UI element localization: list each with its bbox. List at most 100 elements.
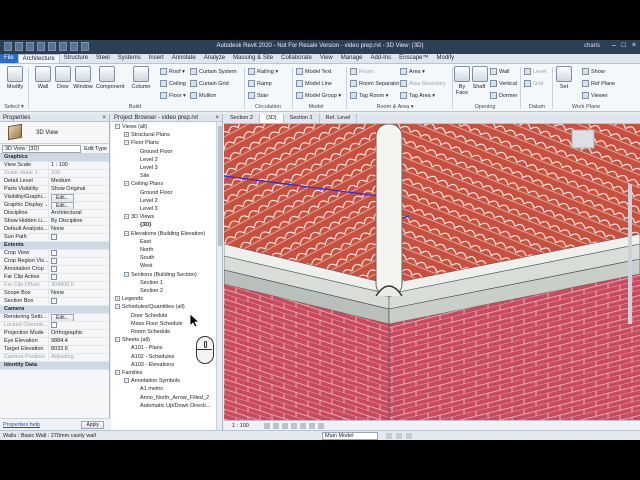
tab-analyze[interactable]: Analyze bbox=[200, 54, 229, 63]
browser-node-sheets-all[interactable]: − Sheets (all) bbox=[115, 337, 150, 343]
property-category-identity-data[interactable]: Identity Data bbox=[0, 362, 109, 370]
property-value[interactable]: Edit... bbox=[48, 314, 109, 321]
viewer-button[interactable]: Viewer bbox=[582, 92, 608, 99]
downpipe[interactable] bbox=[375, 124, 403, 297]
tab-insert[interactable]: Insert bbox=[145, 54, 168, 63]
browser-scrollbar[interactable] bbox=[216, 122, 222, 430]
modify-button[interactable]: Modify bbox=[4, 66, 26, 90]
filter-icon[interactable] bbox=[406, 433, 412, 439]
active-model-select[interactable]: Main Model bbox=[322, 432, 378, 440]
browser-node-legends[interactable]: + Legends bbox=[115, 296, 143, 302]
browser-node-west[interactable]: West bbox=[140, 263, 152, 269]
property-value[interactable]: Edit... bbox=[48, 194, 109, 201]
edit-type-button[interactable]: Edit Type bbox=[84, 146, 107, 152]
tab-file[interactable]: File bbox=[0, 54, 18, 63]
model-line-button[interactable]: Model Line bbox=[296, 80, 332, 87]
browser-node-ground-floor[interactable]: Ground Floor bbox=[140, 149, 172, 155]
floor-button[interactable]: Floor ▾ bbox=[160, 92, 186, 99]
tab-modify[interactable]: Modify bbox=[433, 54, 459, 63]
ramp-button[interactable]: Ramp bbox=[248, 80, 272, 87]
tab-enscape[interactable]: Enscape™ bbox=[395, 54, 432, 63]
expand-toggle-icon[interactable]: − bbox=[115, 370, 120, 375]
panel-label-select[interactable]: Select ▾ bbox=[2, 104, 26, 110]
railing-button[interactable]: Railing ▾ bbox=[248, 68, 278, 75]
properties-help-link[interactable]: Properties help bbox=[3, 422, 40, 428]
browser-node-3d-views[interactable]: −3D Views bbox=[124, 214, 154, 220]
expand-toggle-icon[interactable]: + bbox=[124, 132, 129, 138]
opening-wall-button[interactable]: Wall bbox=[490, 68, 510, 75]
maximize-icon[interactable]: □ bbox=[622, 42, 626, 49]
door-button[interactable]: Door bbox=[52, 66, 74, 90]
browser-node-door-schedule[interactable]: Door Schedule bbox=[131, 313, 167, 319]
browser-node-floor-plans[interactable]: − Floor Plans bbox=[124, 140, 159, 146]
expand-toggle-icon[interactable]: − bbox=[124, 181, 129, 187]
browser-node-level-2[interactable]: Level 2 bbox=[140, 198, 158, 204]
browser-node-north[interactable]: North bbox=[140, 247, 153, 253]
room-separator-button[interactable]: Room Separator bbox=[350, 80, 399, 87]
tag-room-button[interactable]: Tag Room ▾ bbox=[350, 92, 388, 99]
tab-architecture[interactable]: Architecture bbox=[17, 54, 60, 63]
visual-style-icon[interactable] bbox=[273, 423, 279, 429]
grid-button[interactable]: Grid bbox=[524, 80, 543, 87]
view-scale[interactable]: 1 : 100 bbox=[232, 423, 249, 429]
tab-annotate[interactable]: Annotate bbox=[168, 54, 200, 63]
browser-node-ceiling-plans[interactable]: − Ceiling Plans bbox=[124, 181, 163, 187]
mullion-button[interactable]: Mullion bbox=[190, 92, 216, 99]
property-value[interactable] bbox=[48, 274, 109, 281]
edit-button[interactable]: Edit... bbox=[51, 194, 74, 201]
expand-toggle-icon[interactable]: − bbox=[115, 337, 120, 343]
property-value[interactable]: 8033.6 bbox=[48, 346, 109, 353]
browser-node-a102-schedules[interactable]: A102 - Schedules bbox=[131, 354, 174, 360]
tab-collaborate[interactable]: Collaborate bbox=[277, 54, 316, 63]
room-button[interactable]: Room bbox=[350, 68, 374, 75]
tab-add-ins[interactable]: Add-Ins bbox=[366, 54, 395, 63]
browser-node-level-2[interactable]: Level 2 bbox=[140, 157, 158, 163]
opening-dormer-button[interactable]: Dormer bbox=[490, 92, 517, 99]
panel-label-room-area[interactable]: Room & Area ▾ bbox=[360, 104, 430, 110]
property-category-extents[interactable]: Extents bbox=[0, 242, 109, 250]
view-tab-section-1[interactable]: Section 1 bbox=[284, 114, 320, 123]
property-value[interactable] bbox=[48, 266, 109, 273]
browser-node-anno-north-arrow-filled-2[interactable]: Anno_North_Arrow_Filled_2 bbox=[140, 395, 209, 401]
worksets-icon[interactable] bbox=[386, 433, 392, 439]
close-icon[interactable]: × bbox=[102, 115, 106, 121]
crop-icon[interactable] bbox=[309, 423, 315, 429]
stair-button[interactable]: Stair bbox=[248, 92, 268, 99]
opening-vertical-button[interactable]: Vertical bbox=[490, 80, 517, 87]
view-tab-section-2[interactable]: Section 2 bbox=[224, 114, 260, 123]
browser-node-schedules-quantities-all[interactable]: − Schedules/Quantities (all) bbox=[115, 304, 185, 310]
by-face-button[interactable]: By Face bbox=[454, 66, 470, 96]
property-checkbox[interactable] bbox=[51, 250, 57, 256]
show-button[interactable]: Show bbox=[582, 68, 605, 75]
viewcube[interactable] bbox=[571, 129, 595, 149]
roof-button[interactable]: Roof ▾ bbox=[160, 68, 185, 75]
property-category-graphics[interactable]: Graphics bbox=[0, 154, 109, 162]
expand-toggle-icon[interactable]: − bbox=[124, 378, 129, 384]
browser-node-a101-plans[interactable]: A101 - Plans bbox=[131, 345, 163, 351]
tag-area-button[interactable]: Tag Area ▾ bbox=[400, 92, 435, 99]
browser-node-families[interactable]: − Families bbox=[115, 370, 142, 376]
model-group-button[interactable]: Model Group ▾ bbox=[296, 92, 341, 99]
browser-node-structural-plans[interactable]: + Structural Plans bbox=[124, 132, 170, 138]
property-value[interactable]: Edit... bbox=[48, 202, 109, 209]
property-value[interactable]: Architectural bbox=[48, 210, 109, 217]
browser-node-level-3[interactable]: Level 3 bbox=[140, 206, 158, 212]
sun-path-icon[interactable] bbox=[282, 423, 288, 429]
property-value[interactable]: None bbox=[48, 290, 109, 297]
browser-node-section-2[interactable]: Section 2 bbox=[140, 288, 163, 294]
property-value[interactable] bbox=[48, 234, 109, 241]
browser-node-sections-building-section[interactable]: − Sections (Building Section) bbox=[124, 271, 197, 278]
property-value[interactable]: Show Original bbox=[48, 186, 109, 193]
view-tab-ref-level[interactable]: Ref. Level bbox=[320, 114, 358, 123]
property-checkbox[interactable] bbox=[51, 266, 57, 272]
property-value[interactable] bbox=[48, 250, 109, 257]
expand-toggle-icon[interactable]: + bbox=[115, 296, 120, 302]
edit-button[interactable]: Edit... bbox=[51, 202, 74, 209]
browser-node-a1-metric[interactable]: A1 metric bbox=[140, 386, 163, 392]
browser-node-ground-floor[interactable]: Ground Floor bbox=[140, 190, 172, 196]
property-checkbox[interactable] bbox=[51, 258, 57, 264]
close-icon[interactable]: × bbox=[632, 42, 636, 49]
browser-node-level-3[interactable]: Level 3 bbox=[140, 165, 158, 171]
property-checkbox[interactable] bbox=[51, 234, 57, 240]
browser-node-3d[interactable]: {3D} bbox=[140, 222, 151, 228]
